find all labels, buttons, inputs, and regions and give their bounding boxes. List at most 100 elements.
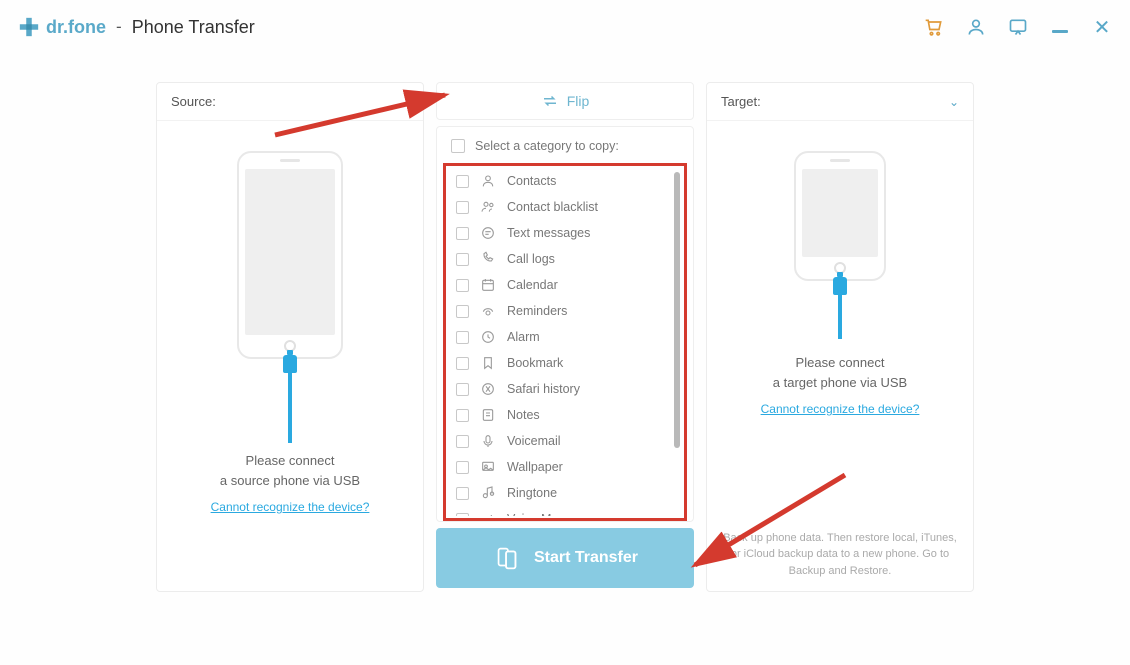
category-label: Contacts (507, 174, 556, 188)
category-row[interactable]: Voice Memos (446, 506, 684, 516)
highlight-box: Contacts Contact blacklist Text messages Ca… (443, 163, 687, 521)
category-row[interactable]: Contacts (446, 168, 684, 194)
page-title: Phone Transfer (132, 17, 255, 38)
category-label: Voicemail (507, 434, 561, 448)
category-checkbox[interactable] (456, 435, 469, 448)
source-label: Source: (171, 94, 216, 109)
start-transfer-button[interactable]: Start Transfer (436, 528, 694, 588)
target-label: Target: (721, 94, 761, 109)
close-button[interactable]: ✕ (1092, 17, 1112, 37)
category-icon (479, 355, 497, 371)
category-row[interactable]: Ringtone (446, 480, 684, 506)
category-label: Call logs (507, 252, 555, 266)
chevron-down-icon: ⌄ (399, 95, 409, 109)
logo-group: dr.fone - Phone Transfer (18, 16, 255, 38)
start-transfer-label: Start Transfer (534, 549, 638, 567)
scrollbar-thumb[interactable] (674, 172, 680, 448)
source-help-link[interactable]: Cannot recognize the device? (211, 500, 370, 514)
select-all-row[interactable]: Select a category to copy: (437, 135, 693, 163)
usb-cable-icon (157, 355, 423, 443)
usb-cable-icon (707, 277, 973, 339)
flip-label: Flip (567, 93, 590, 109)
category-row[interactable]: Alarm (446, 324, 684, 350)
chevron-down-icon: ⌄ (949, 95, 959, 109)
flip-icon (541, 92, 559, 110)
category-row[interactable]: Bookmark (446, 350, 684, 376)
category-card: Select a category to copy: ContactsConta… (436, 126, 694, 522)
category-label: Notes (507, 408, 540, 422)
category-label: Contact blacklist (507, 200, 598, 214)
source-message: Please connect a source phone via USB (157, 451, 423, 490)
category-checkbox[interactable] (456, 383, 469, 396)
category-label: Calendar (507, 278, 558, 292)
category-row[interactable]: Reminders (446, 298, 684, 324)
category-checkbox[interactable] (456, 461, 469, 474)
header-actions: ✕ (924, 17, 1112, 37)
select-all-label: Select a category to copy: (475, 139, 619, 153)
feedback-icon[interactable] (1008, 17, 1028, 37)
category-label: Text messages (507, 226, 590, 240)
source-header[interactable]: Source: ⌄ (157, 83, 423, 121)
category-row[interactable]: Call logs (446, 246, 684, 272)
category-label: Wallpaper (507, 460, 563, 474)
category-checkbox[interactable] (456, 201, 469, 214)
category-icon (479, 485, 497, 501)
category-icon (479, 173, 497, 189)
phone-placeholder-icon (794, 151, 886, 281)
category-row[interactable]: Calendar (446, 272, 684, 298)
source-panel: Source: ⌄ Please connect a source phone … (156, 82, 424, 592)
minimize-button[interactable] (1050, 17, 1070, 37)
category-checkbox[interactable] (456, 253, 469, 266)
category-checkbox[interactable] (456, 409, 469, 422)
category-checkbox[interactable] (456, 227, 469, 240)
title-separator: - (116, 17, 122, 37)
category-icon (479, 459, 497, 475)
category-icon (479, 433, 497, 449)
target-panel: Target: ⌄ Please connect a target phone … (706, 82, 974, 592)
category-icon (479, 303, 497, 319)
cart-icon[interactable] (924, 17, 944, 37)
source-body: Please connect a source phone via USB Ca… (157, 121, 423, 536)
category-icon (479, 277, 497, 293)
category-icon (479, 329, 497, 345)
target-header[interactable]: Target: ⌄ (707, 83, 973, 121)
category-checkbox[interactable] (456, 305, 469, 318)
category-checkbox[interactable] (456, 279, 469, 292)
account-icon[interactable] (966, 17, 986, 37)
select-all-checkbox[interactable] (451, 139, 465, 153)
category-checkbox[interactable] (456, 331, 469, 344)
target-footnote: Back up phone data. Then restore local, … (707, 530, 973, 580)
brand-text: dr.fone (46, 17, 106, 38)
category-checkbox[interactable] (456, 175, 469, 188)
category-label: Safari history (507, 382, 580, 396)
category-label: Alarm (507, 330, 540, 344)
target-body: Please connect a target phone via USB Ca… (707, 121, 973, 438)
category-row[interactable]: Text messages (446, 220, 684, 246)
category-checkbox[interactable] (456, 513, 469, 517)
category-row[interactable]: Contact blacklist (446, 194, 684, 220)
target-help-link[interactable]: Cannot recognize the device? (761, 402, 920, 416)
category-list: Contacts Contact blacklist Text messages Ca… (446, 168, 684, 516)
category-row[interactable]: Wallpaper (446, 454, 684, 480)
category-checkbox[interactable] (456, 487, 469, 500)
category-label: Bookmark (507, 356, 563, 370)
title-bar: dr.fone - Phone Transfer ✕ (0, 0, 1130, 40)
category-icon (479, 199, 497, 215)
category-label: Ringtone (507, 486, 557, 500)
center-column: Flip Select a category to copy: Contacts… (436, 82, 694, 592)
flip-button[interactable]: Flip (436, 82, 694, 120)
transfer-icon (492, 543, 522, 573)
category-row[interactable]: Notes (446, 402, 684, 428)
category-icon (479, 511, 497, 516)
category-label: Voice Memos (507, 512, 582, 516)
logo-icon (18, 16, 40, 38)
category-icon (479, 381, 497, 397)
category-row[interactable]: Safari history (446, 376, 684, 402)
phone-placeholder-icon (237, 151, 343, 359)
category-icon (479, 225, 497, 241)
category-checkbox[interactable] (456, 357, 469, 370)
main-stage: Source: ⌄ Please connect a source phone … (0, 40, 1130, 592)
category-label: Reminders (507, 304, 567, 318)
target-message: Please connect a target phone via USB (707, 353, 973, 392)
category-row[interactable]: Voicemail (446, 428, 684, 454)
